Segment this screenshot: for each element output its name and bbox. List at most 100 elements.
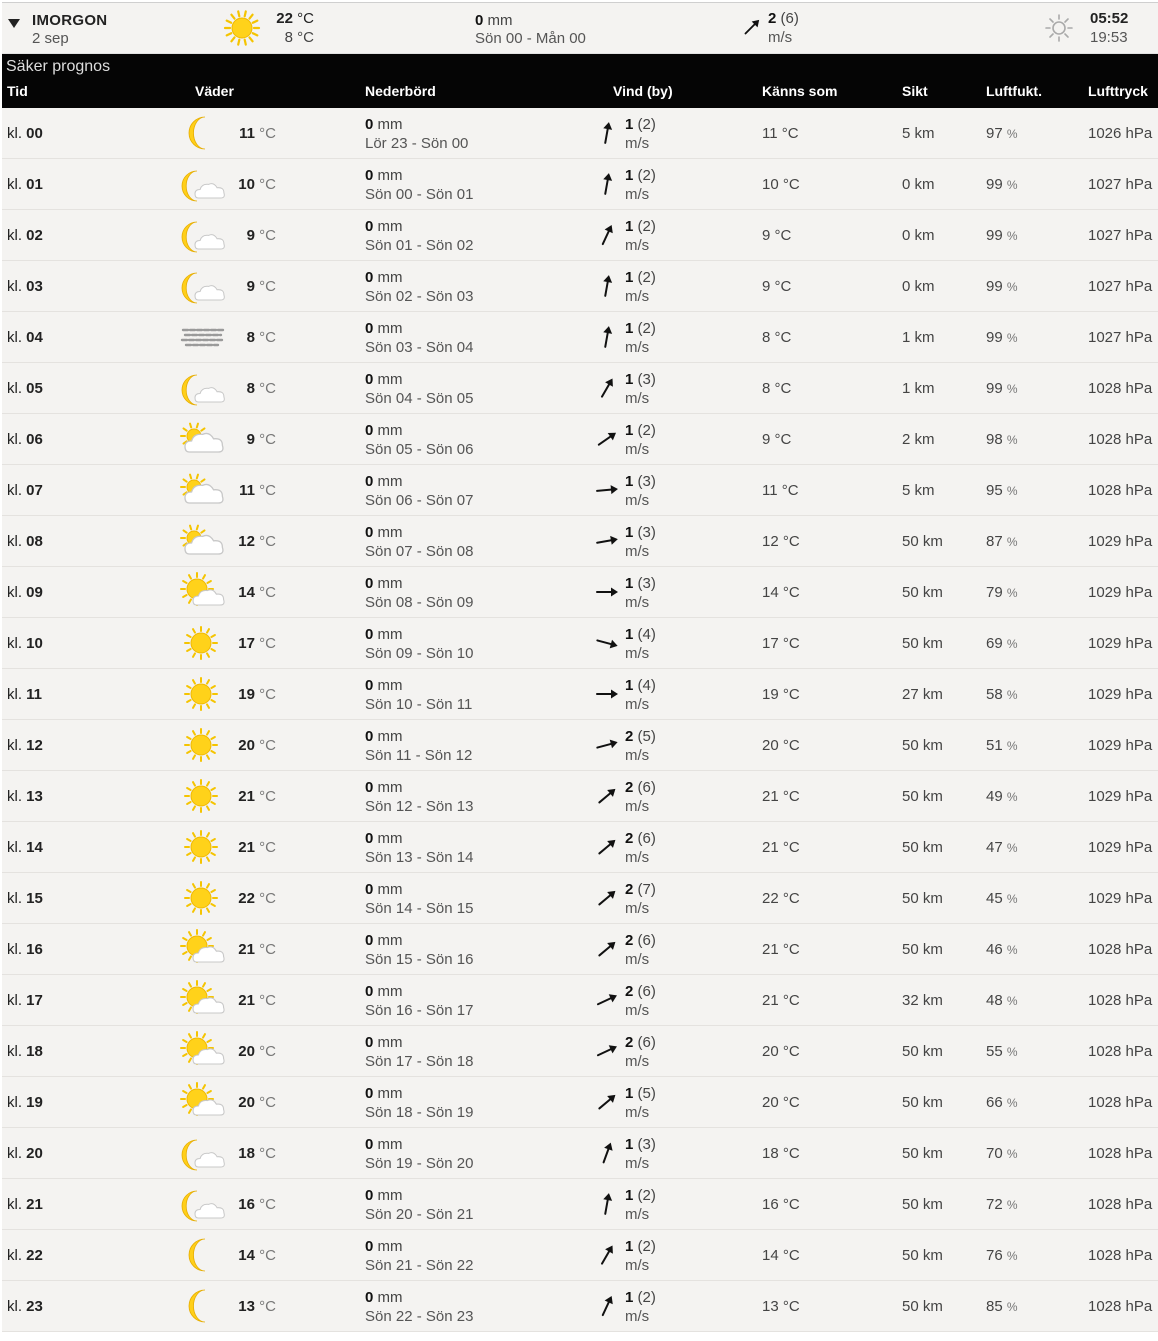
row-visibility: 50 km (902, 839, 943, 856)
hour-row: kl. 05 8 °C 0 mm Sön 04 - Sön 05 1 (3) m… (2, 363, 1158, 414)
wind-arrow-icon (596, 639, 618, 649)
row-wind: 1 (2) (625, 269, 656, 286)
row-wind-unit: m/s (625, 390, 650, 407)
row-feels-like: 14 °C (762, 584, 800, 601)
row-precip: 0 mm (365, 524, 403, 541)
row-pressure: 1028 hPa (1088, 1145, 1153, 1162)
row-visibility: 50 km (902, 1247, 943, 1264)
hour-row: kl. 09 14 °C 0 mm Sön 08 - Sön 09 1 (3) … (2, 567, 1158, 618)
row-precip: 0 mm (365, 575, 403, 592)
wind-arrow-icon (598, 941, 616, 957)
row-wind-unit: m/s (625, 492, 650, 509)
sun-cloud-small-icon (180, 422, 224, 453)
row-wind: 1 (2) (625, 1289, 656, 1306)
sun-icon (223, 10, 261, 46)
wind-arrow-icon (596, 689, 618, 699)
sun-cloud-icon (180, 929, 225, 963)
row-pressure: 1028 hPa (1088, 992, 1153, 1009)
sun-icon (184, 881, 218, 915)
wind-arrow-icon (601, 225, 613, 246)
row-precip: 0 mm (365, 1085, 403, 1102)
row-pressure: 1028 hPa (1088, 482, 1153, 499)
row-precip-period: Sön 17 - Sön 18 (365, 1053, 474, 1070)
row-pressure: 1027 hPa (1088, 176, 1153, 193)
row-temp: 21 °C (238, 941, 276, 958)
row-wind-unit: m/s (625, 1002, 650, 1019)
row-wind: 1 (3) (625, 1136, 656, 1153)
row-pressure: 1029 hPa (1088, 890, 1153, 907)
row-time: kl. 19 (7, 1094, 43, 1111)
row-visibility: 50 km (902, 1196, 943, 1213)
row-temp: 11 °C (239, 482, 276, 499)
hour-row: kl. 12 20 °C 0 mm Sön 11 - Sön 12 2 (5) … (2, 720, 1158, 771)
row-temp: 9 °C (246, 227, 276, 244)
row-precip: 0 mm (365, 779, 403, 796)
row-pressure: 1029 hPa (1088, 686, 1153, 703)
row-wind: 2 (6) (625, 1034, 656, 1051)
row-feels-like: 22 °C (762, 890, 800, 907)
row-feels-like: 11 °C (762, 125, 799, 142)
day-title: IMORGON (32, 12, 108, 29)
row-wind: 1 (4) (625, 626, 656, 643)
row-time: kl. 03 (7, 278, 43, 295)
day-max-temp: 22 °C (276, 10, 314, 27)
row-time: kl. 02 (7, 227, 43, 244)
hour-row: kl. 02 9 °C 0 mm Sön 01 - Sön 02 1 (2) m… (2, 210, 1158, 261)
row-wind-unit: m/s (625, 135, 650, 152)
row-precip: 0 mm (365, 1187, 403, 1204)
day-summary-header[interactable]: IMORGON 2 sep 22 °C 8 °C 0 mm Sön 00 - M… (2, 2, 1158, 54)
row-feels-like: 8 °C (762, 329, 792, 346)
row-precip: 0 mm (365, 1136, 403, 1153)
row-precip-period: Sön 02 - Sön 03 (365, 288, 474, 305)
row-humidity: 99 % (986, 176, 1018, 193)
row-feels-like: 21 °C (762, 941, 800, 958)
hour-row: kl. 11 19 °C 0 mm Sön 10 - Sön 11 1 (4) … (2, 669, 1158, 720)
hour-row: kl. 19 20 °C 0 mm Sön 18 - Sön 19 1 (5) … (2, 1077, 1158, 1128)
row-time: kl. 21 (7, 1196, 43, 1213)
row-humidity: 97 % (986, 125, 1018, 142)
row-time: kl. 00 (7, 125, 43, 142)
row-humidity: 70 % (986, 1145, 1018, 1162)
row-wind-unit: m/s (625, 237, 650, 254)
row-precip-period: Sön 18 - Sön 19 (365, 1104, 474, 1121)
day-wind: 2 (6) (768, 10, 799, 27)
row-temp: 12 °C (238, 533, 276, 550)
row-wind: 1 (2) (625, 320, 656, 337)
collapse-caret-icon[interactable] (8, 19, 20, 28)
row-time: kl. 01 (7, 176, 43, 193)
wind-arrow-icon (601, 378, 613, 398)
row-time: kl. 17 (7, 992, 43, 1009)
wind-arrow-icon (744, 19, 760, 35)
row-wind: 2 (6) (625, 830, 656, 847)
hour-row: kl. 03 9 °C 0 mm Sön 02 - Sön 03 1 (2) m… (2, 261, 1158, 312)
row-precip-period: Sön 08 - Sön 09 (365, 594, 474, 611)
row-feels-like: 20 °C (762, 1094, 800, 1111)
day-precip-period: Sön 00 - Mån 00 (475, 30, 586, 47)
row-pressure: 1027 hPa (1088, 329, 1153, 346)
row-wind-unit: m/s (625, 339, 650, 356)
row-feels-like: 12 °C (762, 533, 800, 550)
row-precip-period: Sön 12 - Sön 13 (365, 798, 474, 815)
row-precip-period: Sön 01 - Sön 02 (365, 237, 474, 254)
row-humidity: 69 % (986, 635, 1018, 652)
hour-row: kl. 06 9 °C 0 mm Sön 05 - Sön 06 1 (2) m… (2, 414, 1158, 465)
hour-row: kl. 23 13 °C 0 mm Sön 22 - Sön 23 1 (2) … (2, 1281, 1158, 1332)
row-time: kl. 13 (7, 788, 43, 805)
hour-row: kl. 16 21 °C 0 mm Sön 15 - Sön 16 2 (6) … (2, 924, 1158, 975)
row-humidity: 45 % (986, 890, 1018, 907)
row-pressure: 1028 hPa (1088, 1043, 1153, 1060)
day-precip: 0 mm (475, 12, 513, 29)
row-wind: 1 (2) (625, 422, 656, 439)
wind-arrow-icon (596, 535, 618, 545)
row-wind-unit: m/s (625, 900, 650, 917)
row-visibility: 5 km (902, 482, 935, 499)
row-precip-period: Sön 05 - Sön 06 (365, 441, 474, 458)
row-feels-like: 20 °C (762, 737, 800, 754)
row-precip: 0 mm (365, 881, 403, 898)
row-humidity: 98 % (986, 431, 1018, 448)
row-pressure: 1028 hPa (1088, 1247, 1153, 1264)
row-precip-period: Sön 22 - Sön 23 (365, 1308, 474, 1325)
row-visibility: 50 km (902, 1043, 943, 1060)
row-precip: 0 mm (365, 218, 403, 235)
row-visibility: 50 km (902, 533, 943, 550)
